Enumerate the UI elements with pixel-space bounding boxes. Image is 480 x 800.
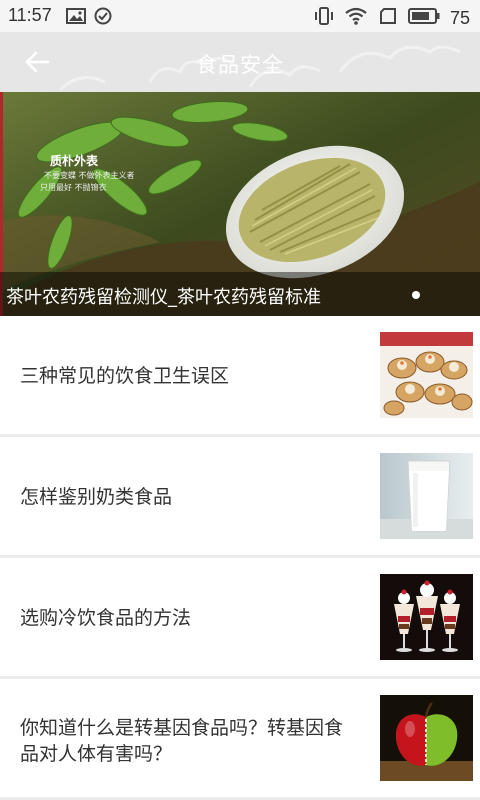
list-item[interactable]: 三种常见的饮食卫生误区 [0,316,480,437]
carousel-page-indicator[interactable] [412,291,420,299]
milk-glass-image [380,453,473,539]
list-item-title: 选购冷饮食品的方法 [20,607,192,629]
banner-brand-subtext: 不要变蝶 不做外表主义者 [44,171,135,180]
list-item[interactable]: 怎样鉴别奶类食品 [0,437,480,558]
banner-brand-subtext-2: 只用最好 不抛锦衣 [40,183,107,192]
list-item-title: 怎样鉴别奶类食品 [20,486,173,508]
vibrate-icon [314,6,334,30]
battery-icon [407,7,440,29]
status-bar: 11:57 75 [0,0,480,32]
list-item-title: 你知道什么是转基因食品吗？转基因食品对人体有害吗？ [20,717,344,765]
list-item[interactable]: 选购冷饮食品的方法 [0,558,480,679]
image-icon [66,7,86,29]
page-title: 食品安全 [196,53,284,77]
ice-cream-sundae-image [380,574,473,660]
wifi-icon [344,6,368,30]
banner-carousel[interactable]: 质朴外表 不要变蝶 不做外表主义者 只用最好 不抛锦衣 茶叶农药残留检测仪_茶叶… [0,92,480,316]
battery-percent: 75 [449,7,470,28]
news-list: 三种常见的饮食卫生误区 怎样鉴别奶类食品 选购冷饮食品的方法 你知道什么是转基因… [0,316,480,800]
status-right-icons: 75 [314,6,470,30]
status-left-icons [66,7,112,29]
list-item[interactable]: 你知道什么是转基因食品吗？转基因食品对人体有害吗？ [0,679,480,800]
dim-sum-image [380,332,473,418]
check-circle-icon [94,7,112,29]
list-item-title: 三种常见的饮食卫生误区 [20,365,230,387]
app-bar: 食品安全 [0,32,480,92]
banner-caption-bar: 茶叶农药残留检测仪_茶叶农药残留标准 [0,272,480,316]
banner-caption: 茶叶农药残留检测仪_茶叶农药残留标准 [6,287,321,308]
apple-image [380,695,473,781]
sim-card-icon [378,6,398,30]
status-time: 11:57 [8,5,52,25]
banner-brand-text: 质朴外表 [50,154,99,168]
